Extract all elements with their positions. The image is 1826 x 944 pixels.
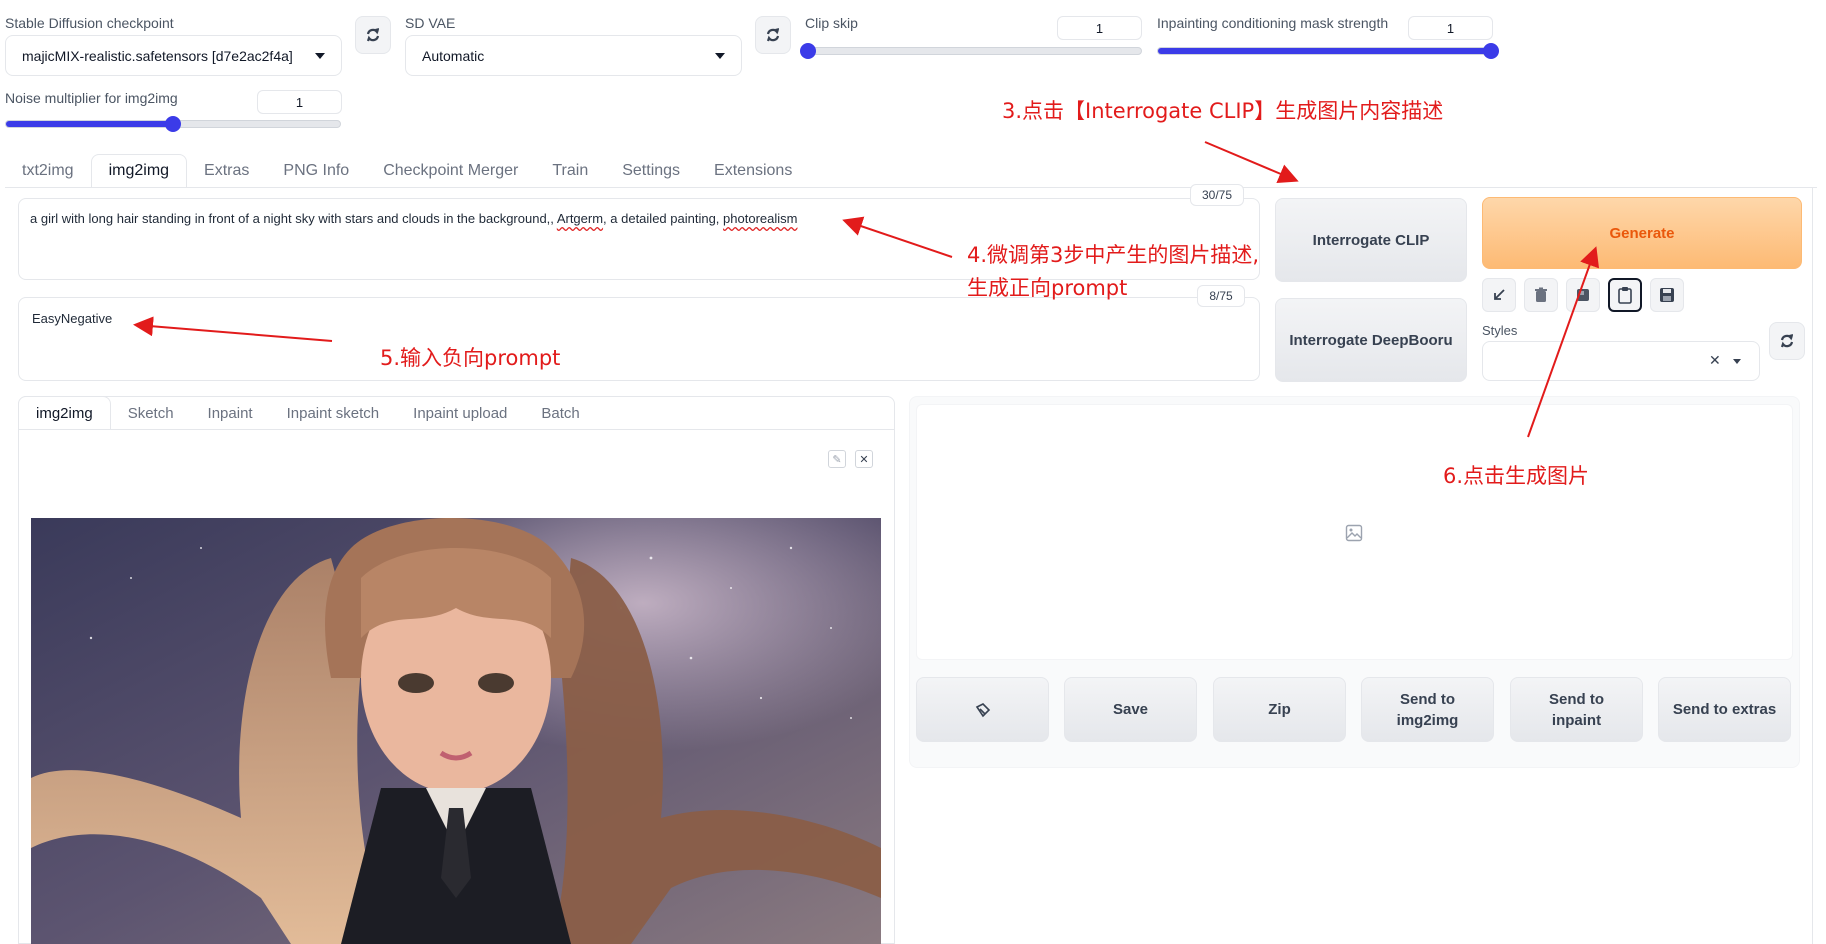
annotation-arrows xyxy=(133,141,1600,438)
